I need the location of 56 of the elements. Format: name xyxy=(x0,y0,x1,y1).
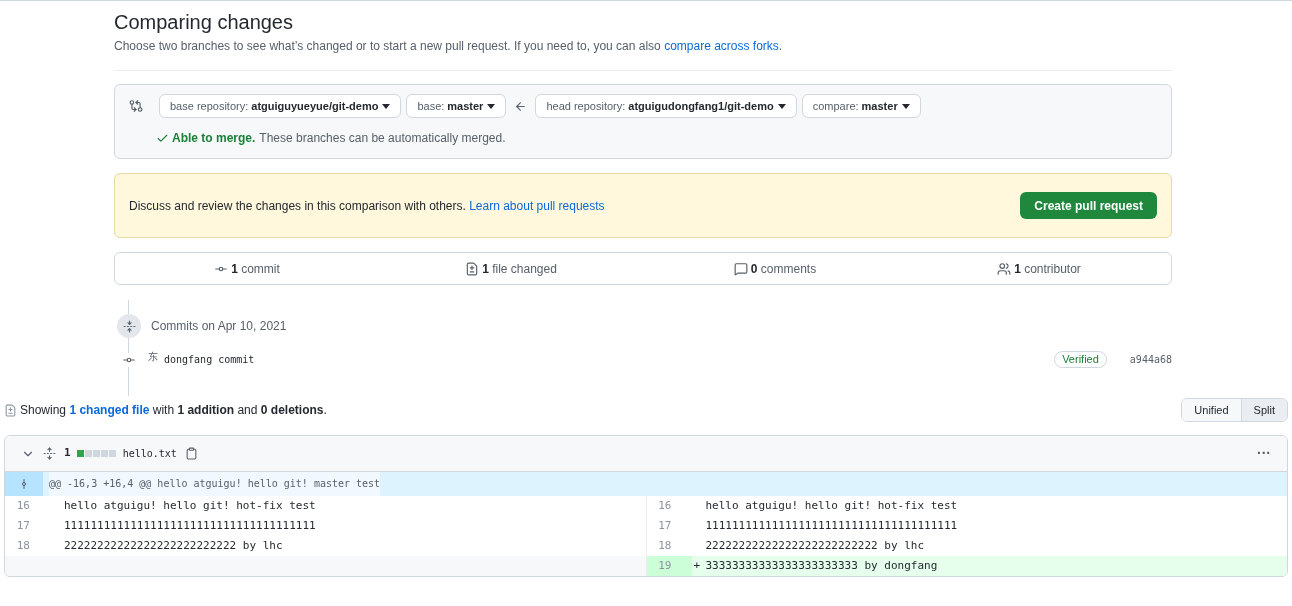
caret-icon xyxy=(901,103,910,109)
code-line: hello atguigu! hello git! hot-fix test xyxy=(63,498,316,514)
branch-selector[interactable]: base repository: atguiguyueyue/git-demo xyxy=(159,94,402,118)
arrow-left-icon xyxy=(514,99,528,113)
line-number: 17 xyxy=(15,518,31,534)
clipboard-icon[interactable] xyxy=(184,447,198,460)
notice-text: Discuss and review the changes in this comparison with others. Learn about pull requests xyxy=(129,197,605,215)
branch-selector[interactable]: head repository: atguigudongfang1/git-demo xyxy=(535,94,797,118)
author-avatar: 东 xyxy=(148,350,158,363)
caret-icon xyxy=(777,103,786,109)
line-number: 18 xyxy=(15,538,31,554)
people-icon xyxy=(997,261,1012,276)
line-number: 16 xyxy=(15,498,31,514)
commits-date: Commits on Apr 10, 2021 xyxy=(151,318,287,335)
merge-note: These branches can be automatically merged. xyxy=(259,130,506,147)
caret-icon xyxy=(382,103,391,109)
merge-status: Able to merge. xyxy=(172,130,256,147)
diff-count: 1 xyxy=(64,445,71,462)
file-diff-icon xyxy=(4,403,17,417)
expand-icon[interactable] xyxy=(43,447,56,460)
changed-file-link[interactable]: 1 changed file xyxy=(69,403,150,417)
line-number: 19 xyxy=(646,556,692,576)
line-number: 16 xyxy=(657,498,673,514)
file-name[interactable]: hello.txt xyxy=(122,446,177,461)
summary-text: Showing 1 changed file with 1 addition and 0 deletions. xyxy=(20,402,327,419)
create-pull-request-button[interactable]: Create pull request xyxy=(1020,192,1157,219)
file-diff-icon xyxy=(465,261,480,276)
code-line: 11111111111111111111111111111111111111 xyxy=(704,518,958,534)
learn-link[interactable]: Learn about pull requests xyxy=(469,198,605,213)
page-title: Comparing changes xyxy=(114,10,294,34)
line-number: 18 xyxy=(657,538,673,554)
diffstat-icon xyxy=(76,450,117,457)
code-line: 11111111111111111111111111111111111111 xyxy=(63,518,316,534)
view-toggle-tab[interactable]: Split xyxy=(1240,399,1287,421)
code-line: 22222222222222222222222222 by lhc xyxy=(704,538,925,554)
compare-forks-link[interactable]: compare across forks xyxy=(664,39,779,53)
view-toggle-tab[interactable]: Unified xyxy=(1182,399,1241,421)
commit-message[interactable]: dongfang commit xyxy=(164,352,255,367)
branch-selector[interactable]: compare: master xyxy=(801,94,921,118)
stat-label[interactable]: 1 contributor xyxy=(1014,259,1081,278)
stat-label[interactable]: 0 comments xyxy=(750,259,817,278)
page-subtitle: Choose two branches to see what’s changed or to start a new pull request. If you need to, you can also compare across forks. xyxy=(114,38,784,55)
branch-selector[interactable]: base: master xyxy=(406,94,507,118)
hunk-header: @@ -16,3 +16,4 @@ hello atguigu! hello git! master test xyxy=(49,472,381,496)
comment-icon xyxy=(733,261,748,276)
code-line: 33333333333333333333333 by dongfang xyxy=(704,558,938,574)
commit-sha[interactable]: a944a68 xyxy=(1129,352,1172,367)
file-menu[interactable]: ··· xyxy=(1257,443,1271,464)
stat-label[interactable]: 1 commit xyxy=(231,259,280,278)
line-number: 17 xyxy=(657,518,673,534)
code-line: 22222222222222222222222222 by lhc xyxy=(63,538,283,554)
caret-icon xyxy=(487,103,496,109)
compare-icon xyxy=(129,99,143,113)
code-line: hello atguigu! hello git! hot-fix test xyxy=(704,498,958,514)
stat-label[interactable]: 1 file changed xyxy=(482,259,557,278)
diff-marker: + xyxy=(692,558,702,574)
